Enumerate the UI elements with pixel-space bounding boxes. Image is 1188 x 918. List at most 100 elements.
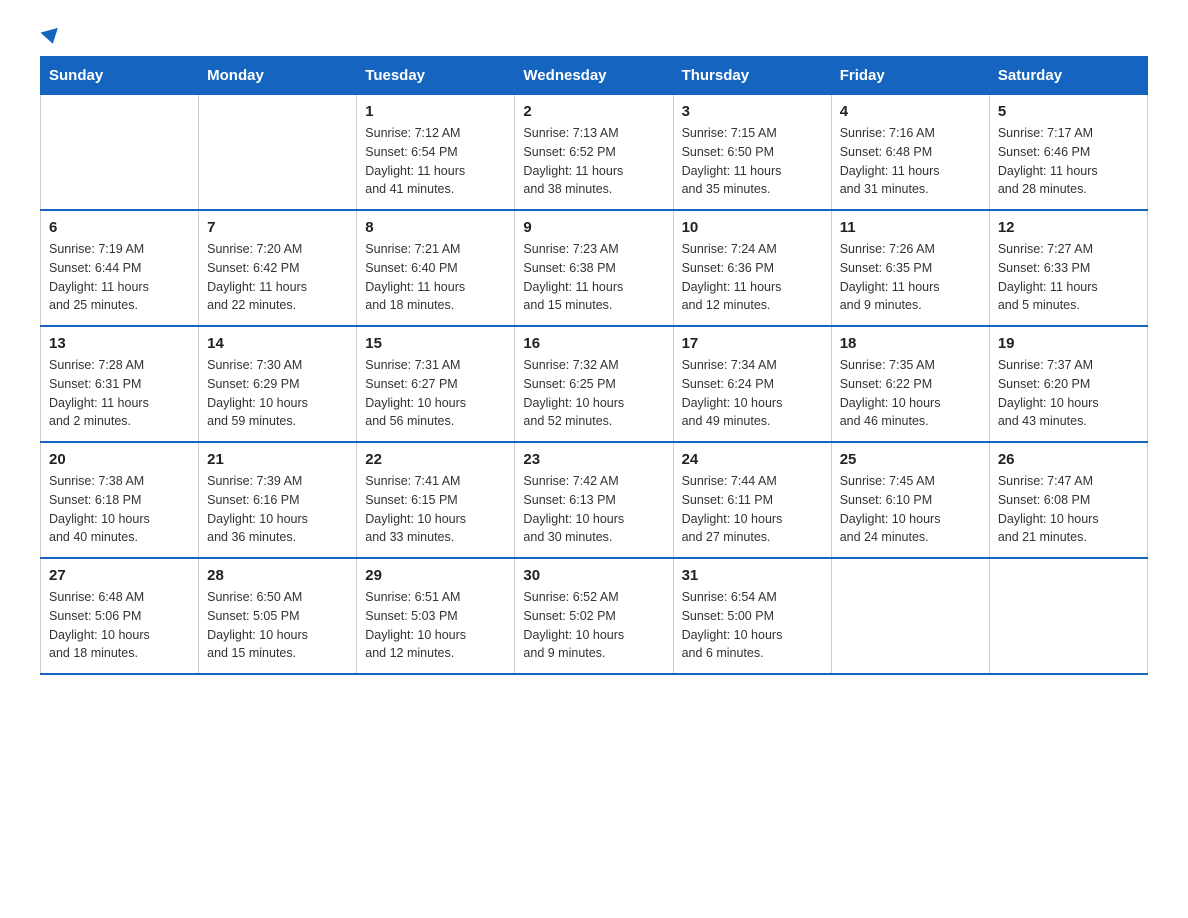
day-info: Sunrise: 7:37 AM Sunset: 6:20 PM Dayligh… bbox=[998, 356, 1139, 431]
page-header bbox=[40, 30, 1148, 44]
day-info: Sunrise: 7:12 AM Sunset: 6:54 PM Dayligh… bbox=[365, 124, 506, 199]
day-info: Sunrise: 7:27 AM Sunset: 6:33 PM Dayligh… bbox=[998, 240, 1139, 315]
calendar-cell: 6 Sunrise: 7:19 AM Sunset: 6:44 PM Daylig… bbox=[41, 210, 199, 326]
calendar-cell: 22 Sunrise: 7:41 AM Sunset: 6:15 PM Dayli… bbox=[357, 442, 515, 558]
day-info: Sunrise: 7:21 AM Sunset: 6:40 PM Dayligh… bbox=[365, 240, 506, 315]
day-info: Sunrise: 7:42 AM Sunset: 6:13 PM Dayligh… bbox=[523, 472, 664, 547]
day-number: 1 bbox=[365, 103, 506, 120]
day-info: Sunrise: 6:54 AM Sunset: 5:00 PM Dayligh… bbox=[682, 588, 823, 663]
calendar-cell: 5 Sunrise: 7:17 AM Sunset: 6:46 PM Daylig… bbox=[989, 95, 1147, 211]
calendar-cell bbox=[989, 558, 1147, 674]
day-info: Sunrise: 7:38 AM Sunset: 6:18 PM Dayligh… bbox=[49, 472, 190, 547]
calendar-cell: 3Sunrise: 7:15 AM Sunset: 6:50 PM Daylig… bbox=[673, 95, 831, 211]
calendar-cell bbox=[41, 95, 199, 211]
day-number: 13 bbox=[49, 335, 190, 352]
calendar-cell: 12 Sunrise: 7:27 AM Sunset: 6:33 PM Dayli… bbox=[989, 210, 1147, 326]
day-info: Sunrise: 7:19 AM Sunset: 6:44 PM Dayligh… bbox=[49, 240, 190, 315]
calendar-cell: 26 Sunrise: 7:47 AM Sunset: 6:08 PM Dayli… bbox=[989, 442, 1147, 558]
calendar-cell: 9Sunrise: 7:23 AM Sunset: 6:38 PM Daylig… bbox=[515, 210, 673, 326]
day-info: Sunrise: 7:39 AM Sunset: 6:16 PM Dayligh… bbox=[207, 472, 348, 547]
day-number: 25 bbox=[840, 451, 981, 468]
day-info: Sunrise: 7:45 AM Sunset: 6:10 PM Dayligh… bbox=[840, 472, 981, 547]
day-number: 26 bbox=[998, 451, 1139, 468]
day-number: 24 bbox=[682, 451, 823, 468]
day-number: 22 bbox=[365, 451, 506, 468]
day-info: Sunrise: 7:24 AM Sunset: 6:36 PM Dayligh… bbox=[682, 240, 823, 315]
day-number: 20 bbox=[49, 451, 190, 468]
day-info: Sunrise: 7:34 AM Sunset: 6:24 PM Dayligh… bbox=[682, 356, 823, 431]
logo-triangle-icon bbox=[40, 28, 61, 46]
day-number: 14 bbox=[207, 335, 348, 352]
day-number: 29 bbox=[365, 567, 506, 584]
weekday-header-monday: Monday bbox=[199, 57, 357, 95]
calendar-cell: 28 Sunrise: 6:50 AM Sunset: 5:05 PM Dayli… bbox=[199, 558, 357, 674]
calendar-table: SundayMondayTuesdayWednesdayThursdayFrid… bbox=[40, 56, 1148, 675]
day-number: 21 bbox=[207, 451, 348, 468]
weekday-header-wednesday: Wednesday bbox=[515, 57, 673, 95]
day-info: Sunrise: 7:44 AM Sunset: 6:11 PM Dayligh… bbox=[682, 472, 823, 547]
calendar-cell: 23 Sunrise: 7:42 AM Sunset: 6:13 PM Dayli… bbox=[515, 442, 673, 558]
day-number: 27 bbox=[49, 567, 190, 584]
day-number: 16 bbox=[523, 335, 664, 352]
calendar-cell: 11 Sunrise: 7:26 AM Sunset: 6:35 PM Dayli… bbox=[831, 210, 989, 326]
calendar-cell: 24 Sunrise: 7:44 AM Sunset: 6:11 PM Dayli… bbox=[673, 442, 831, 558]
day-number: 7 bbox=[207, 219, 348, 236]
calendar-week-row: 20 Sunrise: 7:38 AM Sunset: 6:18 PM Dayli… bbox=[41, 442, 1148, 558]
calendar-cell: 2 Sunrise: 7:13 AM Sunset: 6:52 PM Daylig… bbox=[515, 95, 673, 211]
day-number: 4 bbox=[840, 103, 981, 120]
day-number: 12 bbox=[998, 219, 1139, 236]
day-info: Sunrise: 7:47 AM Sunset: 6:08 PM Dayligh… bbox=[998, 472, 1139, 547]
calendar-cell: 20 Sunrise: 7:38 AM Sunset: 6:18 PM Dayli… bbox=[41, 442, 199, 558]
calendar-cell: 29 Sunrise: 6:51 AM Sunset: 5:03 PM Dayli… bbox=[357, 558, 515, 674]
day-info: Sunrise: 7:41 AM Sunset: 6:15 PM Dayligh… bbox=[365, 472, 506, 547]
day-number: 23 bbox=[523, 451, 664, 468]
day-number: 19 bbox=[998, 335, 1139, 352]
calendar-cell: 10 Sunrise: 7:24 AM Sunset: 6:36 PM Dayli… bbox=[673, 210, 831, 326]
day-info: Sunrise: 7:26 AM Sunset: 6:35 PM Dayligh… bbox=[840, 240, 981, 315]
day-number: 28 bbox=[207, 567, 348, 584]
calendar-cell: 31 Sunrise: 6:54 AM Sunset: 5:00 PM Dayli… bbox=[673, 558, 831, 674]
day-number: 10 bbox=[682, 219, 823, 236]
calendar-cell: 15 Sunrise: 7:31 AM Sunset: 6:27 PM Dayli… bbox=[357, 326, 515, 442]
calendar-cell: 1 Sunrise: 7:12 AM Sunset: 6:54 PM Daylig… bbox=[357, 95, 515, 211]
calendar-cell: 4Sunrise: 7:16 AM Sunset: 6:48 PM Daylig… bbox=[831, 95, 989, 211]
day-number: 31 bbox=[682, 567, 823, 584]
calendar-cell: 17 Sunrise: 7:34 AM Sunset: 6:24 PM Dayli… bbox=[673, 326, 831, 442]
day-number: 5 bbox=[998, 103, 1139, 120]
weekday-header-friday: Friday bbox=[831, 57, 989, 95]
calendar-week-row: 13Sunrise: 7:28 AM Sunset: 6:31 PM Dayli… bbox=[41, 326, 1148, 442]
calendar-cell bbox=[199, 95, 357, 211]
weekday-header-sunday: Sunday bbox=[41, 57, 199, 95]
calendar-cell bbox=[831, 558, 989, 674]
calendar-cell: 30Sunrise: 6:52 AM Sunset: 5:02 PM Dayli… bbox=[515, 558, 673, 674]
calendar-header-row: SundayMondayTuesdayWednesdayThursdayFrid… bbox=[41, 57, 1148, 95]
day-info: Sunrise: 7:17 AM Sunset: 6:46 PM Dayligh… bbox=[998, 124, 1139, 199]
day-info: Sunrise: 7:13 AM Sunset: 6:52 PM Dayligh… bbox=[523, 124, 664, 199]
day-info: Sunrise: 7:15 AM Sunset: 6:50 PM Dayligh… bbox=[682, 124, 823, 199]
calendar-cell: 14 Sunrise: 7:30 AM Sunset: 6:29 PM Dayli… bbox=[199, 326, 357, 442]
calendar-cell: 13Sunrise: 7:28 AM Sunset: 6:31 PM Dayli… bbox=[41, 326, 199, 442]
calendar-week-row: 1 Sunrise: 7:12 AM Sunset: 6:54 PM Daylig… bbox=[41, 95, 1148, 211]
calendar-cell: 21 Sunrise: 7:39 AM Sunset: 6:16 PM Dayli… bbox=[199, 442, 357, 558]
day-info: Sunrise: 6:50 AM Sunset: 5:05 PM Dayligh… bbox=[207, 588, 348, 663]
weekday-header-tuesday: Tuesday bbox=[357, 57, 515, 95]
day-number: 17 bbox=[682, 335, 823, 352]
calendar-cell: 8 Sunrise: 7:21 AM Sunset: 6:40 PM Daylig… bbox=[357, 210, 515, 326]
day-number: 18 bbox=[840, 335, 981, 352]
calendar-cell: 18Sunrise: 7:35 AM Sunset: 6:22 PM Dayli… bbox=[831, 326, 989, 442]
weekday-header-thursday: Thursday bbox=[673, 57, 831, 95]
logo bbox=[40, 30, 60, 44]
calendar-week-row: 6 Sunrise: 7:19 AM Sunset: 6:44 PM Daylig… bbox=[41, 210, 1148, 326]
day-info: Sunrise: 7:31 AM Sunset: 6:27 PM Dayligh… bbox=[365, 356, 506, 431]
day-number: 2 bbox=[523, 103, 664, 120]
day-number: 15 bbox=[365, 335, 506, 352]
day-number: 8 bbox=[365, 219, 506, 236]
day-info: Sunrise: 7:20 AM Sunset: 6:42 PM Dayligh… bbox=[207, 240, 348, 315]
day-info: Sunrise: 7:30 AM Sunset: 6:29 PM Dayligh… bbox=[207, 356, 348, 431]
day-info: Sunrise: 6:51 AM Sunset: 5:03 PM Dayligh… bbox=[365, 588, 506, 663]
day-number: 11 bbox=[840, 219, 981, 236]
calendar-cell: 19 Sunrise: 7:37 AM Sunset: 6:20 PM Dayli… bbox=[989, 326, 1147, 442]
day-info: Sunrise: 7:32 AM Sunset: 6:25 PM Dayligh… bbox=[523, 356, 664, 431]
day-info: Sunrise: 6:52 AM Sunset: 5:02 PM Dayligh… bbox=[523, 588, 664, 663]
day-number: 6 bbox=[49, 219, 190, 236]
